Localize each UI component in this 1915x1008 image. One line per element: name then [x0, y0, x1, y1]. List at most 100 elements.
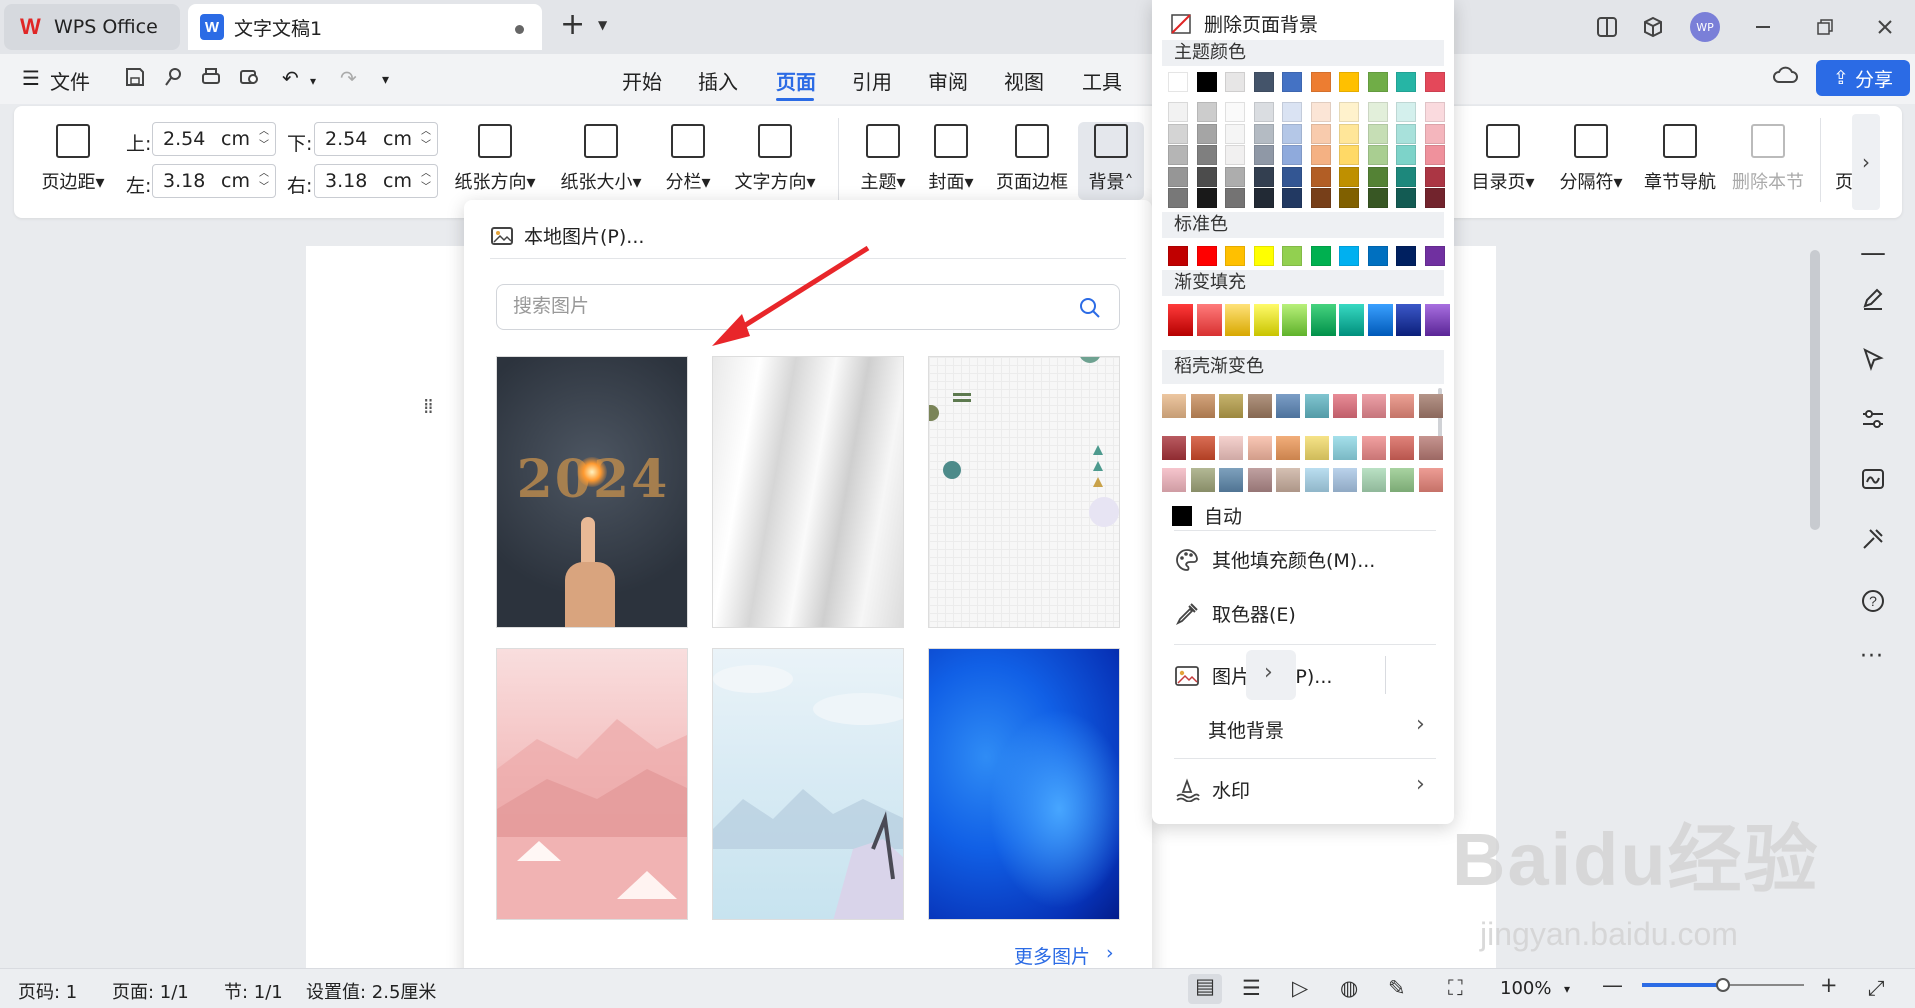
minimize-icon[interactable]: [1748, 12, 1778, 42]
gradient-fill-swatch[interactable]: [1367, 304, 1393, 336]
docer-gradient-swatch[interactable]: [1418, 436, 1443, 460]
print-preview-icon[interactable]: [238, 66, 262, 93]
theme-color-swatch[interactable]: [1282, 166, 1302, 187]
theme-color-swatch[interactable]: [1310, 72, 1331, 92]
cloud-icon[interactable]: [1772, 64, 1798, 91]
chapter-nav-button[interactable]: 章节导航: [1640, 124, 1720, 194]
theme-color-swatch[interactable]: [1196, 166, 1217, 187]
theme-color-swatch[interactable]: [1396, 166, 1416, 187]
pen-icon[interactable]: ✎: [1388, 976, 1406, 1000]
docer-gradient-swatch[interactable]: [1219, 468, 1243, 492]
background-thumbnail-pink-mountains[interactable]: [496, 648, 688, 920]
docer-gradient-swatch[interactable]: [1162, 436, 1186, 460]
theme-color-swatch[interactable]: [1367, 166, 1388, 187]
docer-gradient-swatch[interactable]: [1219, 394, 1243, 418]
right-margin-field[interactable]: 3.18 cm ︿ ﹀: [314, 164, 438, 198]
page-number-status[interactable]: 页码: 1: [18, 978, 77, 1004]
theme-color-swatch[interactable]: [1367, 102, 1388, 122]
orientation-button[interactable]: 纸张方向▾: [450, 124, 540, 194]
theme-color-swatch[interactable]: [1253, 72, 1274, 92]
user-avatar[interactable]: WP: [1690, 12, 1720, 42]
zoom-dropdown-icon[interactable]: ▾: [1564, 982, 1570, 996]
background-button[interactable]: 背景˄: [1078, 122, 1144, 200]
docer-gradient-swatch[interactable]: [1390, 436, 1414, 460]
gradient-fill-swatch[interactable]: [1310, 304, 1336, 336]
docer-gradient-swatch[interactable]: [1190, 394, 1215, 418]
more-fill-colors-item[interactable]: 其他填充颜色(M)...: [1174, 546, 1375, 573]
left-margin-spinner-icon[interactable]: ︿ ﹀: [259, 167, 269, 195]
standard-color-swatch[interactable]: [1424, 246, 1445, 266]
docer-gradient-swatch[interactable]: [1333, 468, 1357, 492]
columns-button[interactable]: 分栏▾: [656, 124, 720, 194]
text-direction-button[interactable]: 文字方向▾: [730, 124, 820, 194]
tab-insert[interactable]: 插入: [698, 66, 738, 95]
vertical-scrollbar[interactable]: [1810, 250, 1820, 530]
zoom-slider-handle[interactable]: [1716, 978, 1730, 992]
layout-icon[interactable]: [1592, 12, 1622, 42]
theme-color-swatch[interactable]: [1168, 188, 1188, 208]
tab-view[interactable]: 视图: [1004, 66, 1044, 95]
other-background-item[interactable]: 其他背景: [1208, 716, 1284, 743]
local-picture-item[interactable]: 本地图片(P)...: [490, 222, 644, 249]
docer-gradient-swatch[interactable]: [1361, 394, 1386, 418]
theme-color-swatch[interactable]: [1225, 102, 1245, 122]
standard-color-swatch[interactable]: [1310, 246, 1331, 266]
page-partial-button[interactable]: 页: [1836, 124, 1852, 194]
theme-color-swatch[interactable]: [1424, 102, 1445, 122]
drag-handle-icon[interactable]: ⁞⁞: [423, 394, 434, 418]
theme-color-swatch[interactable]: [1339, 145, 1359, 165]
theme-color-swatch[interactable]: [1168, 72, 1188, 92]
theme-color-swatch[interactable]: [1253, 166, 1274, 187]
theme-color-swatch[interactable]: [1339, 166, 1359, 187]
wps-office-tab[interactable]: W WPS Office: [4, 4, 180, 50]
tab-page[interactable]: 页面: [776, 66, 816, 95]
docer-gradient-swatch[interactable]: [1333, 436, 1357, 460]
gradient-fill-swatch[interactable]: [1424, 304, 1450, 336]
file-menu[interactable]: 文件: [50, 66, 90, 95]
restore-icon[interactable]: [1810, 12, 1840, 42]
theme-color-swatch[interactable]: [1339, 102, 1359, 122]
theme-color-swatch[interactable]: [1396, 72, 1416, 92]
theme-color-swatch[interactable]: [1339, 188, 1359, 208]
theme-color-swatch[interactable]: [1367, 145, 1388, 165]
theme-color-swatch[interactable]: [1396, 102, 1416, 122]
docer-gradient-swatch[interactable]: [1247, 394, 1272, 418]
fullscreen-icon[interactable]: ⤢: [1868, 976, 1885, 1001]
undo-icon[interactable]: ↶: [282, 66, 299, 90]
docer-gradient-swatch[interactable]: [1219, 436, 1243, 460]
fit-screen-icon[interactable]: ⛶: [1448, 976, 1463, 1001]
tab-tools[interactable]: 工具: [1082, 66, 1122, 95]
web-view-icon[interactable]: ◍: [1340, 976, 1358, 1000]
redo-icon[interactable]: ↷: [340, 66, 357, 90]
hamburger-icon[interactable]: ☰: [22, 66, 40, 90]
theme-color-swatch[interactable]: [1339, 72, 1359, 92]
docer-gradient-swatch[interactable]: [1333, 394, 1357, 418]
gradient-fill-swatch[interactable]: [1339, 304, 1364, 336]
docer-gradient-swatch[interactable]: [1304, 394, 1329, 418]
play-icon[interactable]: ▷: [1292, 976, 1308, 1000]
gradient-fill-swatch[interactable]: [1225, 304, 1250, 336]
theme-button[interactable]: 主题▾: [856, 124, 910, 194]
page-count-status[interactable]: 页面: 1/1: [112, 978, 189, 1004]
docer-gradient-swatch[interactable]: [1276, 394, 1300, 418]
docer-gradient-swatch[interactable]: [1276, 468, 1300, 492]
theme-color-swatch[interactable]: [1253, 123, 1274, 144]
paper-size-button[interactable]: 纸张大小▾: [556, 124, 646, 194]
docer-gradient-swatch[interactable]: [1162, 468, 1186, 492]
docer-gradient-swatch[interactable]: [1190, 468, 1215, 492]
docer-gradient-swatch[interactable]: [1304, 468, 1329, 492]
chevron-right-icon[interactable]: ›: [1416, 712, 1425, 737]
page-view-icon[interactable]: ▤: [1188, 974, 1222, 1004]
standard-color-swatch[interactable]: [1225, 246, 1245, 266]
setting-value-status[interactable]: 设置值: 2.5厘米: [306, 978, 436, 1004]
theme-color-swatch[interactable]: [1196, 72, 1217, 92]
left-margin-field[interactable]: 3.18 cm ︿ ﹀: [152, 164, 276, 198]
zoom-in-icon[interactable]: +: [1820, 973, 1838, 997]
theme-color-swatch[interactable]: [1396, 145, 1416, 165]
right-margin-spinner-icon[interactable]: ︿ ﹀: [421, 167, 431, 195]
theme-color-swatch[interactable]: [1424, 72, 1445, 92]
theme-color-swatch[interactable]: [1396, 188, 1416, 208]
theme-color-swatch[interactable]: [1168, 123, 1188, 144]
gradient-fill-swatch[interactable]: [1396, 304, 1421, 336]
toc-page-button[interactable]: 目录页▾: [1466, 124, 1540, 194]
